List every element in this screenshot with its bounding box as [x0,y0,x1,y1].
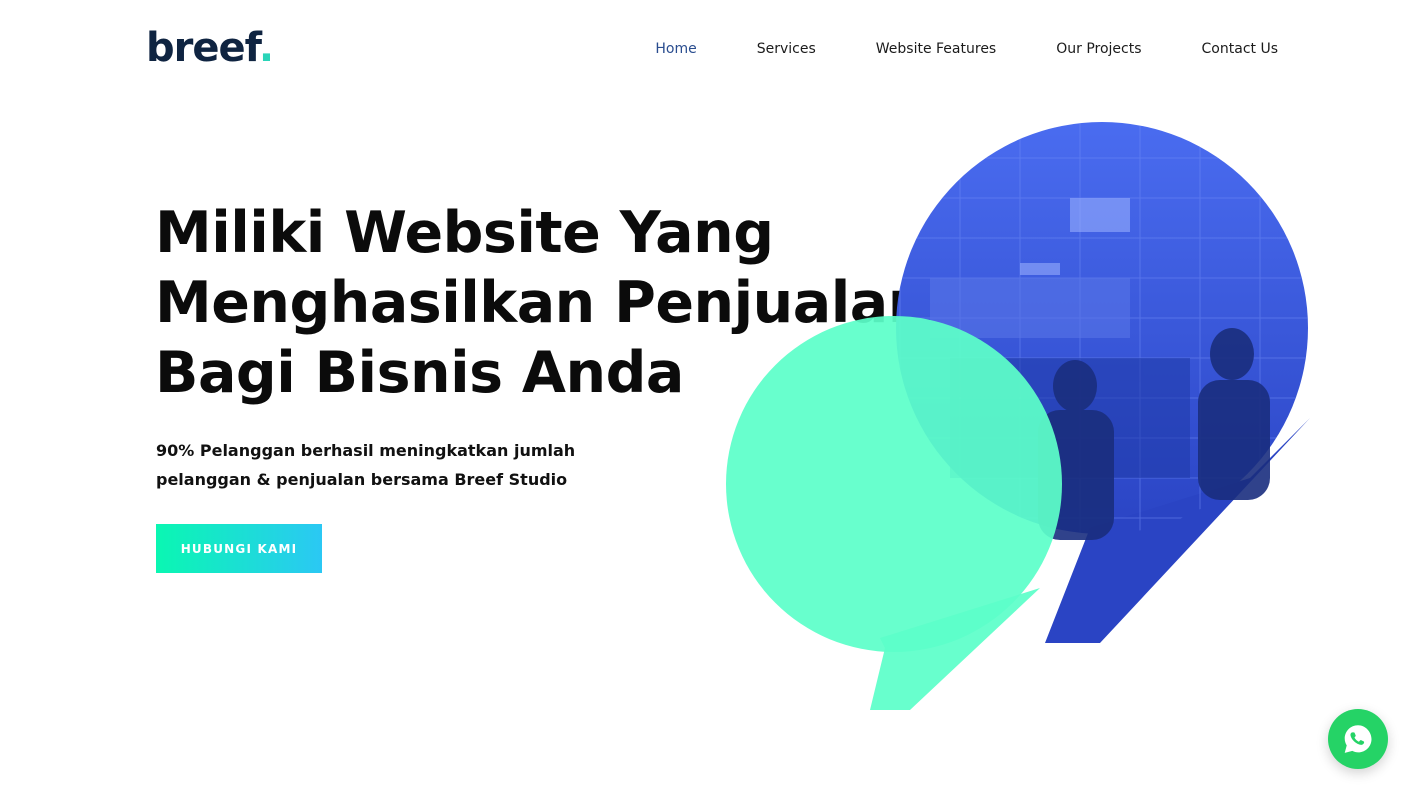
hero-subtitle: 90% Pelanggan berhasil meningkatkan juml… [156,436,576,494]
nav-item-website-features[interactable]: Website Features [876,39,996,59]
main-nav: Home Services Website Features Our Proje… [655,39,1278,59]
nav-item-home[interactable]: Home [655,39,696,59]
hero-subtitle-line: pelanggan & penjualan bersama Breef Stud… [156,470,568,489]
nav-item-our-projects[interactable]: Our Projects [1056,39,1141,59]
hero-subtitle-line: 90% Pelanggan berhasil meningkatkan juml… [156,441,576,460]
whatsapp-icon [1344,725,1372,753]
logo-text: breef [146,25,260,71]
whatsapp-chat-button[interactable] [1328,709,1388,769]
green-quote-bubble [726,316,1062,710]
site-header: breef. Home Services Website Features Ou… [0,0,1416,100]
brand-logo[interactable]: breef. [146,25,274,71]
logo-dot: . [258,25,274,71]
nav-item-contact-us[interactable]: Contact Us [1202,39,1278,59]
contact-cta-button[interactable]: HUBUNGI KAMI [156,524,322,573]
nav-item-services[interactable]: Services [757,39,816,59]
hero-illustration [726,122,1310,710]
